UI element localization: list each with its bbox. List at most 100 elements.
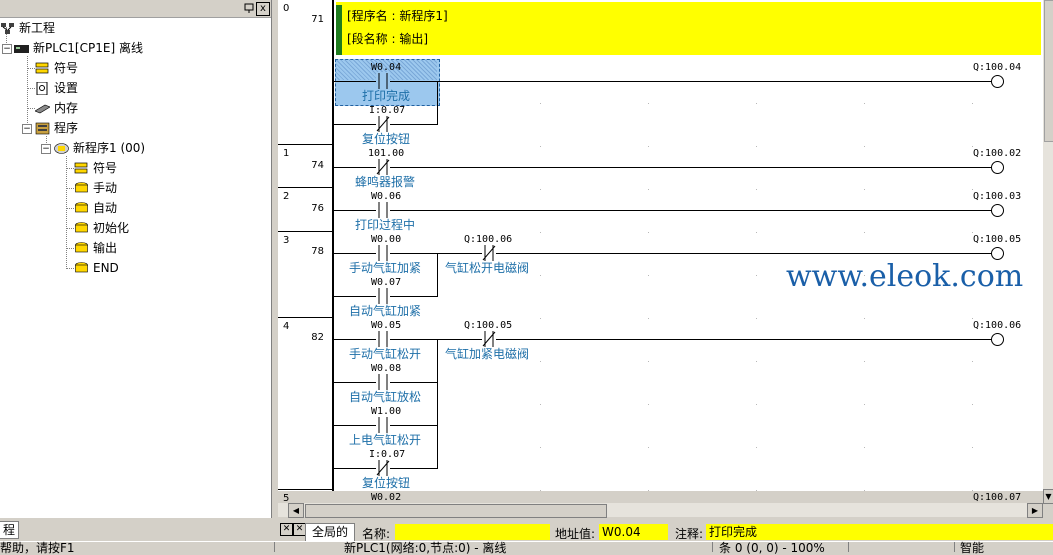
program-name-line: [程序名 : 新程序1] — [347, 9, 448, 23]
tree-line — [27, 88, 35, 89]
rung-index: 2 — [283, 191, 290, 202]
address-field[interactable]: W0.04 — [599, 524, 668, 540]
contact-address: W0.08 — [371, 363, 402, 374]
tree-item-settings[interactable]: 设置 — [35, 79, 78, 97]
rung-index: 0 — [283, 3, 290, 14]
close-pane-button[interactable]: x — [256, 2, 270, 16]
tree-line — [66, 156, 67, 269]
contact-comment: 气缸加紧电磁阀 — [445, 347, 530, 361]
tab-project[interactable]: 程 — [0, 521, 20, 539]
tree-item-project[interactable]: 新工程 — [0, 19, 55, 37]
contact-comment: 手动气缸加紧 — [349, 261, 422, 275]
grid-dot — [756, 318, 757, 319]
contact-comment: 打印完成 — [362, 89, 411, 103]
collapse-program-toggle[interactable]: − — [41, 144, 51, 154]
horizontal-scroll-thumb[interactable] — [305, 504, 607, 518]
tab-global[interactable]: 全局的 — [305, 523, 355, 542]
status-divider — [954, 542, 955, 552]
contact-comment: 打印过程中 — [355, 218, 416, 232]
rung-step: 78 — [311, 246, 324, 257]
tree-tab-strip — [0, 519, 271, 539]
tree-item-program[interactable]: 新程序1 (00) — [54, 139, 145, 157]
tree-item-section-end[interactable]: END — [74, 259, 119, 277]
status-mode: 智能 — [960, 541, 985, 555]
tree-item-section-manual[interactable]: 手动 — [74, 179, 117, 197]
collapse-programs-toggle[interactable]: − — [22, 124, 32, 134]
output-coil[interactable] — [991, 333, 1004, 346]
grid-dot — [756, 189, 757, 190]
tree-item-section-init[interactable]: 初始化 — [74, 219, 129, 237]
close-info-button[interactable]: ✕ — [280, 523, 293, 536]
grid-dot — [648, 189, 649, 190]
vertical-scroll-thumb[interactable] — [1044, 0, 1053, 142]
plc-icon — [14, 45, 29, 53]
grid-dot — [540, 318, 541, 319]
tree-item-memory[interactable]: 内存 — [35, 99, 78, 117]
scroll-left-button[interactable]: ◀ — [288, 503, 304, 518]
memory-icon — [35, 104, 50, 114]
pin-icon[interactable] — [244, 3, 254, 13]
grid-dot — [648, 490, 649, 491]
grid-dot — [756, 404, 757, 405]
scroll-right-button[interactable]: ▶ — [1027, 503, 1043, 518]
comment-field[interactable]: 打印完成 — [706, 524, 1053, 540]
tree-line — [27, 68, 35, 69]
grid-dot — [648, 404, 649, 405]
tree-item-label: 设置 — [54, 81, 79, 95]
output-coil[interactable] — [991, 75, 1004, 88]
contact-address: W0.05 — [371, 320, 402, 331]
grid-dot — [972, 146, 973, 147]
output-coil[interactable] — [991, 161, 1004, 174]
grid-dot — [540, 103, 541, 104]
settings-icon — [36, 82, 48, 95]
grid-dot — [648, 103, 649, 104]
contact-address: Q:100.06 — [464, 234, 513, 245]
grid-dot — [648, 361, 649, 362]
tree-item-section-output[interactable]: 输出 — [74, 239, 117, 257]
grid-dot — [756, 232, 757, 233]
coil-address: Q:100.05 — [973, 234, 1022, 245]
grid-dot — [540, 189, 541, 190]
status-divider — [274, 542, 275, 552]
contact-address: W0.02 — [371, 492, 402, 503]
contact-comment: 手动气缸松开 — [349, 347, 422, 361]
grid-dot — [972, 189, 973, 190]
rung-wire — [334, 81, 992, 82]
coil-address: Q:100.03 — [973, 191, 1022, 202]
contact-comment: 自动气缸放松 — [349, 390, 422, 404]
tree-item-section-auto[interactable]: 自动 — [74, 199, 117, 217]
collapse-plc-toggle[interactable]: − — [2, 44, 12, 54]
output-coil[interactable] — [991, 204, 1004, 217]
program-icon — [54, 143, 69, 154]
branch-wire — [437, 81, 438, 125]
tree-item-section-symbols[interactable]: 符号 — [74, 159, 117, 177]
grid-dot — [540, 361, 541, 362]
scroll-down-button[interactable]: ▼ — [1043, 489, 1053, 504]
tree-item-label: 输出 — [93, 241, 118, 255]
grid-dot — [864, 490, 865, 491]
contact-comment: 复位按钮 — [362, 132, 411, 146]
comment-label: 注释: — [675, 527, 704, 541]
contact-comment: 气缸松开电磁阀 — [445, 261, 530, 275]
grid-dot — [864, 404, 865, 405]
tree-item-plc[interactable]: 新PLC1[CP1E] 离线 — [14, 39, 143, 57]
section-icon — [75, 222, 88, 233]
grid-dot — [972, 232, 973, 233]
contact-comment: 自动气缸加紧 — [349, 304, 422, 318]
name-field[interactable] — [395, 524, 550, 540]
tree-item-programs[interactable]: 程序 — [35, 119, 78, 137]
tree-item-label: 手动 — [93, 181, 118, 195]
grid-dot — [864, 318, 865, 319]
address-label: 地址值: — [555, 527, 596, 541]
tree-item-symbols[interactable]: 符号 — [35, 59, 78, 77]
grid-dot — [864, 232, 865, 233]
symbols-icon — [74, 162, 88, 174]
symbols-icon — [35, 62, 49, 74]
comment-marker — [336, 5, 342, 55]
project-tree-pane[interactable] — [0, 0, 272, 518]
rung-wire — [334, 253, 992, 254]
grid-dot — [648, 318, 649, 319]
grid-dot — [864, 146, 865, 147]
rung-separator — [278, 144, 332, 145]
grid-dot — [756, 103, 757, 104]
